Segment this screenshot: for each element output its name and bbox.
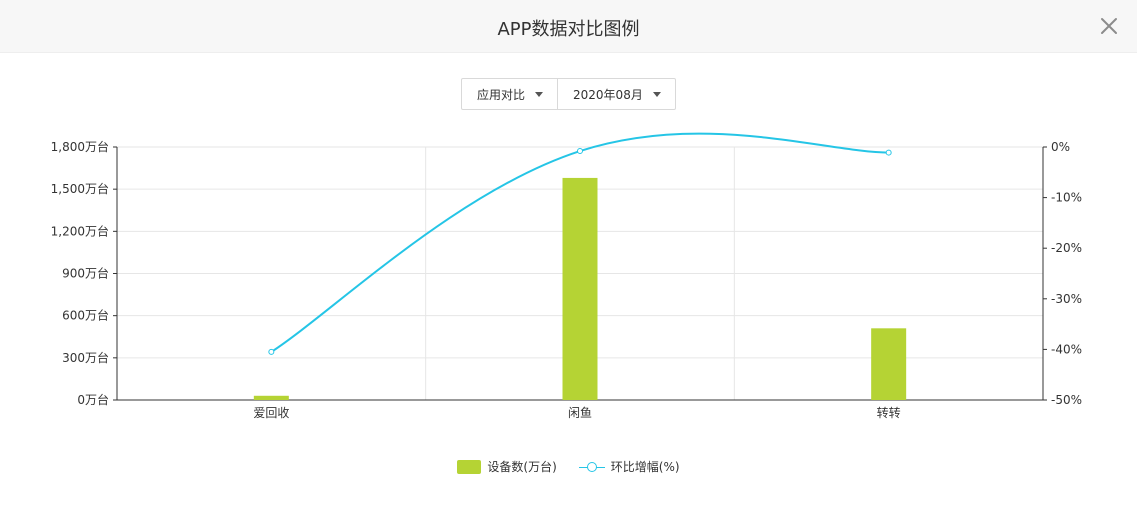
y-left-tick-label: 1,800万台	[51, 139, 109, 154]
legend-item-growth[interactable]: 环比增幅(%)	[578, 458, 680, 475]
legend-line-swatch	[578, 460, 605, 474]
month-dropdown-label: 2020年08月	[573, 87, 643, 102]
y-right-tick-label: -20%	[1051, 241, 1082, 255]
y-left-tick-label: 0万台	[77, 392, 109, 407]
compare-dropdown-label: 应用对比	[477, 87, 526, 102]
caret-down-icon	[652, 91, 661, 97]
legend-item-devices[interactable]: 设备数(万台)	[457, 458, 557, 475]
legend-label-devices: 设备数(万台)	[487, 460, 557, 474]
bar	[562, 177, 598, 400]
y-left-tick-label: 600万台	[62, 308, 109, 323]
x-tick-label: 转转	[877, 405, 901, 420]
legend-bar-swatch	[457, 459, 482, 474]
chart-legend: 设备数(万台) 环比增幅(%)	[0, 458, 1137, 475]
y-right-tick-label: 0%	[1051, 140, 1070, 154]
y-right-tick-label: -50%	[1051, 393, 1082, 407]
y-right-tick-label: -30%	[1051, 292, 1082, 306]
month-dropdown[interactable]: 2020年08月	[557, 79, 675, 109]
dialog-header: APP数据对比图例	[0, 0, 1137, 53]
close-button[interactable]	[1097, 14, 1121, 38]
x-tick-label: 闲鱼	[568, 406, 592, 420]
growth-point	[268, 348, 275, 355]
bar	[871, 328, 907, 400]
bar	[253, 395, 289, 400]
y-right-tick-label: -40%	[1051, 342, 1082, 356]
combo-chart: 0万台 300万台 600万台 900万台 1,200万台 1,500万台 1,800万台 -…	[51, 132, 1082, 420]
y-left-tick-label: 900万台	[62, 266, 109, 281]
compare-dropdown[interactable]: 应用对比	[462, 79, 557, 109]
y-right-tick-label: -10%	[1051, 191, 1082, 205]
filter-bar: 应用对比 2020年08月	[461, 78, 676, 110]
caret-down-icon	[535, 91, 544, 97]
dialog-title: APP数据对比图例	[497, 19, 640, 40]
legend-label-growth: 环比增幅(%)	[610, 460, 680, 474]
y-left-tick-label: 1,200万台	[51, 223, 109, 238]
x-tick-label: 爱回收	[253, 406, 289, 420]
growth-point	[577, 148, 583, 155]
growth-point	[885, 149, 892, 156]
y-left-tick-label: 300万台	[62, 350, 109, 365]
y-left-tick-label: 1,500万台	[51, 181, 109, 196]
close-icon	[1101, 18, 1117, 34]
